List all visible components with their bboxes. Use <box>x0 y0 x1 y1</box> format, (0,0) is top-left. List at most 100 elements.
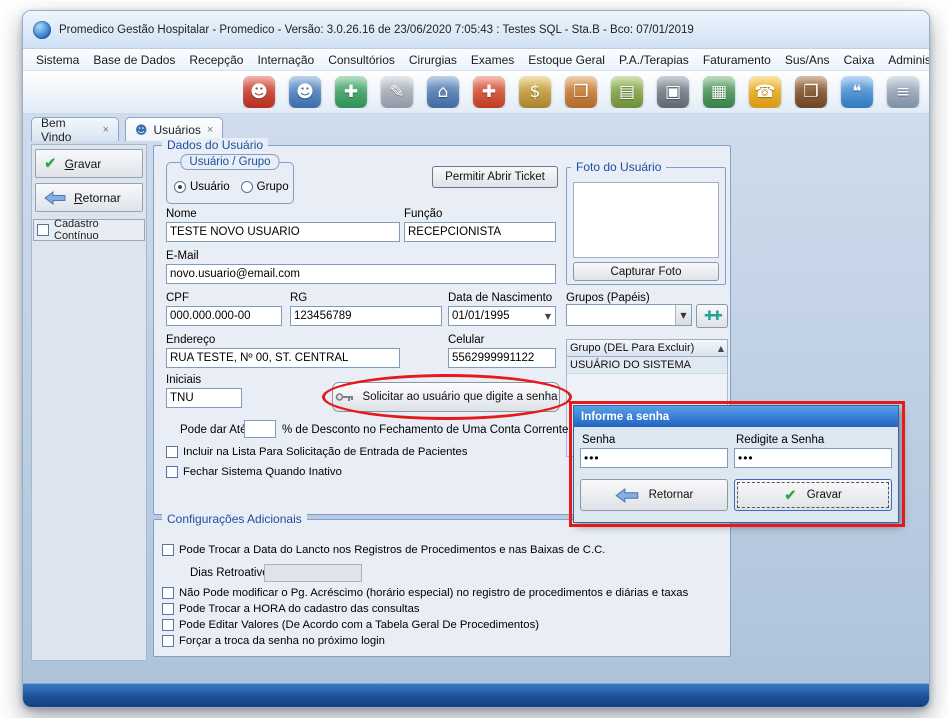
doctor-icon[interactable]: ✚ <box>335 76 367 108</box>
icon-glyph: ▦ <box>711 84 727 101</box>
radio-grupo-label: Grupo <box>257 181 289 193</box>
solicitar-senha-button[interactable]: Solicitar ao usuário que digite a senha <box>332 382 560 412</box>
menu-sus-ans[interactable]: Sus/Ans <box>778 51 837 69</box>
close-icon[interactable]: × <box>103 124 109 136</box>
menu-base-de-dados[interactable]: Base de Dados <box>86 51 182 69</box>
menu-internacao[interactable]: Internação <box>250 51 321 69</box>
app-icon <box>33 21 51 39</box>
sort-asc-icon[interactable]: ▲ <box>718 344 724 353</box>
data-nascimento-combo[interactable]: 01/01/1995 ▼ <box>448 306 556 326</box>
cadastro-continuo-checkbox[interactable] <box>37 224 49 236</box>
icon-glyph: ⌂ <box>438 84 449 101</box>
exams-icon[interactable]: ✎ <box>381 76 413 108</box>
radio-grupo[interactable] <box>241 181 253 193</box>
pg-acrescimo-row: Não Pode modificar o Pg. Acréscimo (horá… <box>162 587 688 599</box>
dialog-gravar-button[interactable]: ✔ Gravar <box>734 479 892 511</box>
menu-exames[interactable]: Exames <box>464 51 521 69</box>
menu-administracao[interactable]: Administra <box>881 51 929 69</box>
endereco-input[interactable] <box>166 348 400 368</box>
redigite-senha-input[interactable] <box>734 448 892 468</box>
cadastro-continuo-label: Cadastro Contínuo <box>54 218 141 242</box>
tab-label: Usuários <box>154 123 201 137</box>
reception-icon[interactable]: ☻ <box>289 76 321 108</box>
iniciais-input[interactable] <box>166 388 242 408</box>
toolbar-icons: ☻ ☻ ✚ ✎ ⌂ ✚ $ ❒ ▤ ▣ ▦ ☎ ❐ ❝ ≡ <box>243 76 927 108</box>
add-group-button[interactable]: ✚✚ <box>696 304 728 328</box>
stock-icon[interactable]: ❒ <box>565 76 597 108</box>
informe-senha-dialog: Informe a senha Senha Redigite a Senha R… <box>573 405 899 523</box>
tab-bem-vindo[interactable]: Bem Vindo × <box>31 117 119 141</box>
chevron-down-icon[interactable]: ▼ <box>541 312 555 321</box>
usuario-grupo-radios: Usuário Grupo <box>174 181 289 193</box>
ambulance-icon[interactable]: ✚ <box>473 76 505 108</box>
usuario-grupo-title: Usuário / Grupo <box>180 154 279 170</box>
desconto-input[interactable] <box>244 420 276 438</box>
celular-input[interactable] <box>448 348 556 368</box>
menu-consultorios[interactable]: Consultórios <box>321 51 402 69</box>
dialog-body: Senha Redigite a Senha Retornar ✔ Gravar <box>574 427 898 524</box>
list-item[interactable]: USUÁRIO DO SISTEMA <box>567 357 727 374</box>
menu-pa-terapias[interactable]: P.A./Terapias <box>612 51 696 69</box>
safe-icon[interactable]: ▣ <box>657 76 689 108</box>
funcao-input[interactable] <box>404 222 556 242</box>
pg-acrescimo-checkbox[interactable] <box>162 587 174 599</box>
menu-sistema[interactable]: Sistema <box>29 51 86 69</box>
billing-icon[interactable]: $ <box>519 76 551 108</box>
menu-estoque-geral[interactable]: Estoque Geral <box>521 51 612 69</box>
action-panel: ✔ Gravar Retornar Cadastro Contínuo <box>31 144 147 661</box>
patients-icon[interactable]: ☻ <box>243 76 275 108</box>
email-input[interactable] <box>166 264 556 284</box>
icon-glyph: ☻ <box>250 84 268 101</box>
senha-input[interactable] <box>580 448 728 468</box>
rg-input[interactable] <box>290 306 442 326</box>
radio-usuario[interactable] <box>174 181 186 193</box>
icon-glyph: ❒ <box>573 84 588 101</box>
dialog-title-bar: Informe a senha <box>574 406 898 427</box>
incluir-lista-label: Incluir na Lista Para Solicitação de Ent… <box>183 446 467 458</box>
grupos-papeis-combo[interactable]: ▼ <box>566 304 692 326</box>
gravar-button[interactable]: ✔ Gravar <box>35 149 143 178</box>
retornar-label: Retornar <box>74 191 121 205</box>
store-icon[interactable]: ▤ <box>611 76 643 108</box>
key-icon <box>335 391 355 403</box>
book-icon[interactable]: ❐ <box>795 76 827 108</box>
chevron-down-icon[interactable]: ▼ <box>675 305 691 325</box>
fechar-sistema-checkbox[interactable] <box>166 466 178 478</box>
menu-cirurgias[interactable]: Cirurgias <box>402 51 464 69</box>
cpf-input[interactable] <box>166 306 282 326</box>
close-icon[interactable]: × <box>207 124 213 136</box>
group-title: Dados do Usuário <box>162 138 268 152</box>
capturar-foto-button[interactable]: Capturar Foto <box>573 262 719 281</box>
content-area: Bem Vindo × ☻ Usuários × ✔ Gravar Retorn… <box>23 114 929 683</box>
cpf-label: CPF <box>166 292 189 304</box>
grupo-list-header-label: Grupo (DEL Para Excluir) <box>570 342 694 354</box>
reports-icon[interactable]: ≡ <box>887 76 919 108</box>
finance-icon[interactable]: ▦ <box>703 76 735 108</box>
data-nascimento-label: Data de Nascimento <box>448 292 552 304</box>
menu-faturamento[interactable]: Faturamento <box>696 51 778 69</box>
editar-valores-checkbox[interactable] <box>162 619 174 631</box>
photo-preview <box>573 182 719 258</box>
solicitar-senha-label: Solicitar ao usuário que digite a senha <box>363 391 558 403</box>
forcar-troca-senha-checkbox[interactable] <box>162 635 174 647</box>
endereco-label: Endereço <box>166 334 215 346</box>
bed-icon[interactable]: ⌂ <box>427 76 459 108</box>
grupo-list-header[interactable]: Grupo (DEL Para Excluir) ▲ <box>566 339 728 357</box>
menu-recepcao[interactable]: Recepção <box>182 51 250 69</box>
celular-label: Celular <box>448 334 484 346</box>
menu-caixa[interactable]: Caixa <box>837 51 882 69</box>
chat-icon[interactable]: ❝ <box>841 76 873 108</box>
icon-glyph: ☎ <box>754 84 775 101</box>
nome-input[interactable] <box>166 222 400 242</box>
tab-label: Bem Vindo <box>41 116 97 144</box>
trocar-hora-row: Pode Trocar a HORA do cadastro das consu… <box>162 603 420 615</box>
incluir-lista-checkbox[interactable] <box>166 446 178 458</box>
retornar-button[interactable]: Retornar <box>35 183 143 212</box>
arrow-left-icon <box>44 191 66 205</box>
trocar-data-lancto-checkbox[interactable] <box>162 544 174 556</box>
permitir-abrir-ticket-button[interactable]: Permitir Abrir Ticket <box>432 166 558 188</box>
configuracoes-adicionais-group: Configurações Adicionais Pode Trocar a D… <box>153 519 731 657</box>
trocar-hora-checkbox[interactable] <box>162 603 174 615</box>
phone-icon[interactable]: ☎ <box>749 76 781 108</box>
dialog-retornar-button[interactable]: Retornar <box>580 479 728 511</box>
